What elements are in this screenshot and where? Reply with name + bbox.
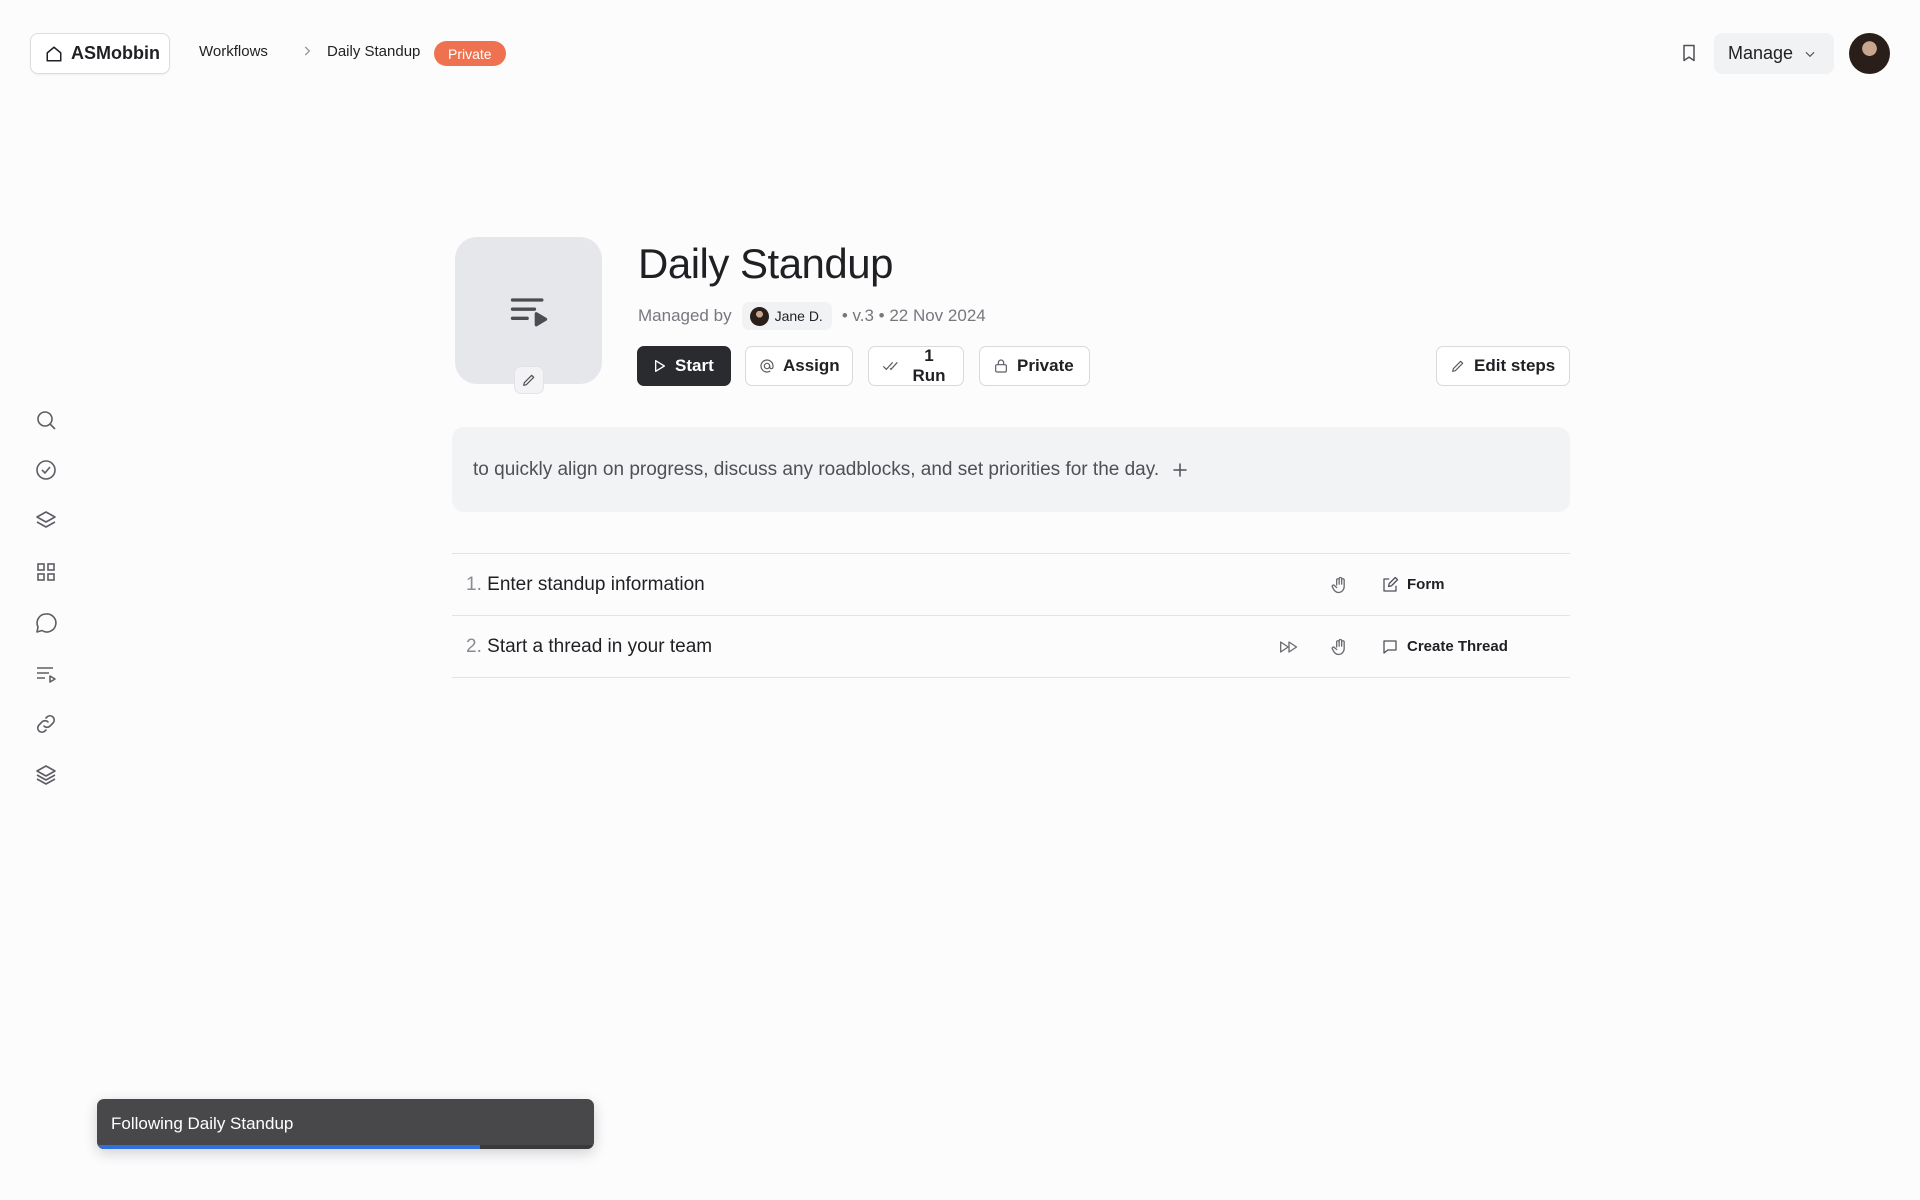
workspace-home-button[interactable]: ASMobbin (30, 33, 170, 74)
page-title: Daily Standup (638, 240, 894, 287)
workspace-name: ASMobbin (71, 43, 160, 63)
link-icon[interactable] (34, 712, 58, 736)
edit-thumbnail-button[interactable] (514, 366, 544, 394)
playlist-icon (507, 289, 551, 333)
form-icon (1381, 576, 1399, 594)
home-icon (45, 45, 63, 63)
runs-label: 1 Run (912, 346, 946, 385)
breadcrumb-workflows[interactable]: Workflows (199, 43, 268, 60)
assign-label: Assign (783, 356, 840, 375)
description-text: to quickly align on progress, discuss an… (473, 458, 1160, 480)
step-title: 2. Start a thread in your team (466, 636, 712, 658)
hand-icon[interactable] (1330, 637, 1350, 657)
manage-label: Manage (1728, 43, 1794, 63)
toast-message: Following Daily Standup (111, 1114, 294, 1133)
toast-notification: Following Daily Standup (97, 1099, 594, 1149)
grid-icon[interactable] (34, 560, 58, 584)
visibility-badge: Private (434, 41, 506, 66)
assign-button[interactable]: Assign (745, 346, 853, 386)
fast-forward-icon[interactable] (1278, 637, 1300, 657)
chevron-right-icon (300, 44, 314, 58)
pencil-icon (1450, 358, 1466, 374)
step-action-label: Create Thread (1407, 638, 1508, 655)
start-button[interactable]: Start (637, 346, 731, 386)
avatar[interactable] (1849, 33, 1890, 74)
manage-dropdown[interactable]: Manage (1714, 33, 1834, 74)
edit-steps-button[interactable]: Edit steps (1436, 346, 1570, 386)
search-icon[interactable] (34, 408, 58, 432)
avatar (749, 306, 769, 326)
manager-chip[interactable]: Jane D. (741, 302, 832, 330)
version-info: • v.3 • 22 Nov 2024 (841, 306, 986, 325)
step-action[interactable]: Create Thread (1381, 638, 1508, 656)
step-row[interactable]: 2. Start a thread in your team Create Th… (452, 616, 1570, 678)
at-sign-icon (759, 358, 775, 374)
check-circle-icon[interactable] (34, 458, 58, 482)
chat-icon (1381, 638, 1399, 656)
double-check-icon (882, 358, 900, 374)
workflow-thumbnail (455, 237, 602, 384)
bookmark-icon[interactable] (1679, 43, 1699, 63)
top-bar: ASMobbin Workflows Daily Standup Private… (0, 0, 1920, 106)
private-button[interactable]: Private (979, 346, 1090, 386)
step-number: 2. (466, 635, 482, 657)
lock-icon (993, 358, 1009, 374)
layers-icon[interactable] (34, 509, 58, 533)
workflow-description[interactable]: to quickly align on progress, discuss an… (452, 427, 1570, 512)
step-title: 1. Enter standup information (466, 574, 705, 596)
managed-by-label: Managed by (638, 306, 732, 325)
toast-progress-bar (97, 1145, 480, 1149)
runs-button[interactable]: 1 Run (868, 346, 964, 386)
chevron-down-icon (1803, 47, 1817, 61)
plus-icon[interactable] (1171, 461, 1189, 479)
play-icon (651, 358, 667, 374)
chat-icon[interactable] (34, 611, 58, 635)
hand-icon[interactable] (1330, 575, 1350, 595)
playlist-icon[interactable] (34, 662, 58, 686)
workflow-meta: Managed by Jane D. • v.3 • 22 Nov 2024 (638, 302, 986, 330)
private-label: Private (1017, 356, 1074, 375)
stack-icon[interactable] (34, 763, 58, 787)
step-number: 1. (466, 573, 482, 595)
manager-name: Jane D. (774, 308, 823, 324)
edit-steps-label: Edit steps (1474, 356, 1556, 375)
breadcrumb-current: Daily Standup (327, 43, 421, 60)
start-label: Start (675, 356, 714, 375)
step-action[interactable]: Form (1381, 576, 1445, 594)
step-action-label: Form (1407, 576, 1445, 593)
step-name: Start a thread in your team (487, 635, 713, 657)
pencil-icon (521, 372, 537, 388)
step-name: Enter standup information (487, 573, 705, 595)
steps-list: 1. Enter standup information Form 2. Sta… (452, 553, 1570, 678)
step-row[interactable]: 1. Enter standup information Form (452, 554, 1570, 616)
